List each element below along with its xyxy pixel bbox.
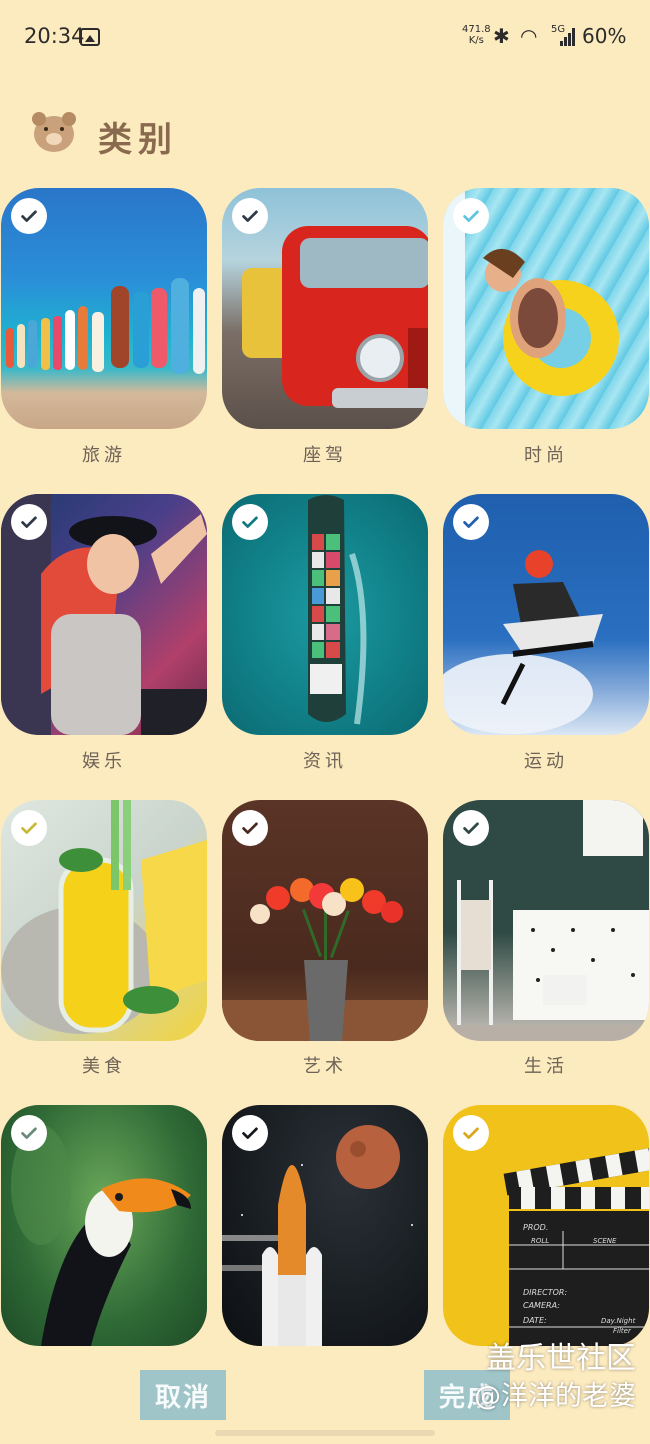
home-indicator[interactable]: [215, 1430, 435, 1436]
bluetooth-icon: ✱: [493, 24, 510, 48]
page-title: 类别: [98, 120, 178, 160]
cancel-button[interactable]: 取消: [140, 1370, 226, 1420]
gallery-notification-icon: [80, 28, 100, 46]
category-label-travel: 旅游: [82, 445, 126, 466]
category-card-nature[interactable]: [1, 1105, 207, 1346]
category-card-news[interactable]: [222, 494, 428, 735]
check-icon[interactable]: [232, 198, 268, 234]
clapper-prod: PROD.: [523, 1223, 548, 1232]
category-card-life[interactable]: [443, 800, 649, 1041]
clapper-day-night: Day.Night: [601, 1317, 636, 1325]
check-icon[interactable]: [11, 1115, 47, 1151]
net-speed-value: 471.8: [462, 24, 491, 35]
category-card-art[interactable]: [222, 800, 428, 1041]
category-label-fashion: 时尚: [524, 445, 568, 466]
category-card-movie[interactable]: PROD. ROLL SCENE DIRECTOR: CAMERA: DATE:…: [443, 1105, 649, 1346]
clapper-director: DIRECTOR:: [523, 1288, 567, 1297]
check-icon[interactable]: [453, 504, 489, 540]
watermark: 盖乐世社区 @洋洋的老婆: [406, 1340, 636, 1416]
watermark-line1: 盖乐世社区: [486, 1341, 636, 1376]
clapper-filter: Filter: [613, 1327, 632, 1335]
status-bar: 20:34 471.8 K/s ✱ ◠ 5G 60%: [0, 0, 650, 72]
net-speed: 471.8 K/s: [462, 24, 491, 46]
category-card-food[interactable]: [1, 800, 207, 1041]
wifi-icon: ◠: [520, 24, 538, 48]
check-icon[interactable]: [453, 810, 489, 846]
check-icon[interactable]: [232, 1115, 268, 1151]
clapper-camera: CAMERA:: [523, 1301, 560, 1310]
category-label-sports: 运动: [524, 751, 568, 772]
category-card-entertainment[interactable]: [1, 494, 207, 735]
category-card-car[interactable]: [222, 188, 428, 429]
category-label-life: 生活: [524, 1056, 568, 1077]
check-icon[interactable]: [453, 198, 489, 234]
category-label-art: 艺术: [303, 1056, 347, 1077]
check-icon[interactable]: [453, 1115, 489, 1151]
check-icon[interactable]: [11, 810, 47, 846]
category-label-news: 资讯: [303, 751, 347, 772]
signal-icon: [560, 28, 576, 46]
check-icon[interactable]: [232, 810, 268, 846]
category-card-science[interactable]: [222, 1105, 428, 1346]
check-icon[interactable]: [11, 198, 47, 234]
category-card-fashion[interactable]: [443, 188, 649, 429]
battery-level: 60%: [582, 24, 627, 48]
category-label-entertainment: 娱乐: [82, 751, 126, 772]
check-icon[interactable]: [11, 504, 47, 540]
category-label-food: 美食: [82, 1056, 126, 1077]
category-card-sports[interactable]: [443, 494, 649, 735]
clapper-scene: SCENE: [593, 1237, 617, 1245]
check-icon[interactable]: [232, 504, 268, 540]
clapper-date: DATE:: [523, 1316, 547, 1325]
net-speed-unit: K/s: [468, 35, 484, 46]
category-label-car: 座驾: [303, 445, 347, 466]
category-card-travel[interactable]: [1, 188, 207, 429]
watermark-line2: @洋洋的老婆: [474, 1381, 636, 1412]
status-time: 20:34: [24, 24, 85, 48]
clapper-roll: ROLL: [531, 1237, 549, 1245]
bear-icon: [32, 112, 76, 152]
